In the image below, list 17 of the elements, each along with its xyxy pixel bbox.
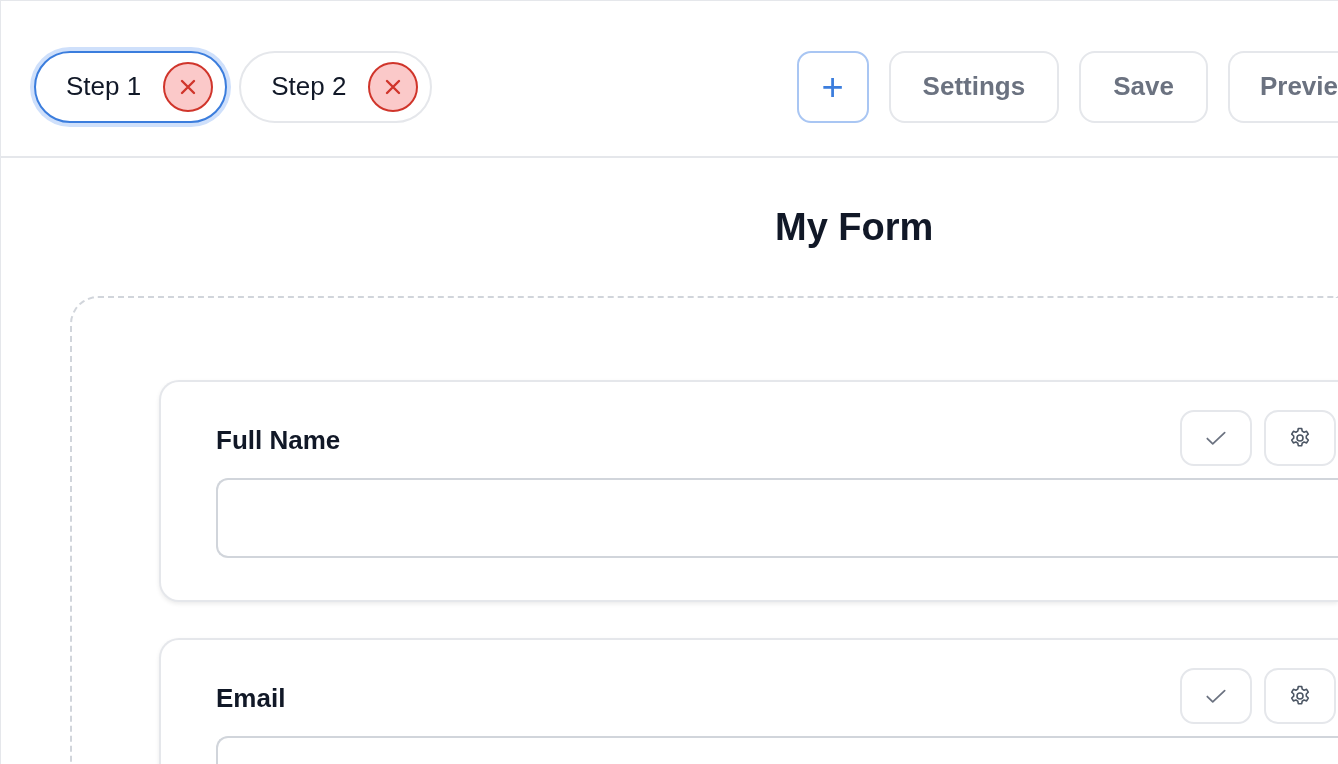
toolbar-button[interactable]: Save: [1079, 50, 1208, 123]
gear-icon: [1288, 426, 1312, 450]
input-field[interactable]: [216, 478, 1338, 558]
close-icon[interactable]: [368, 61, 419, 112]
field-label: Email: [216, 682, 286, 714]
step-tab[interactable]: Step 2: [239, 50, 433, 123]
close-icon[interactable]: [163, 61, 214, 112]
check-button[interactable]: [1180, 410, 1252, 466]
settings-button[interactable]: [1264, 668, 1336, 724]
toolbar-button[interactable]: Settings: [888, 50, 1060, 123]
settings-button[interactable]: [1264, 410, 1336, 466]
form-title: My Form: [775, 205, 935, 250]
check-button[interactable]: [1180, 668, 1252, 724]
gear-icon: [1288, 684, 1312, 708]
toolbar-button[interactable]: Previe: [1227, 50, 1338, 123]
field-label: Full Name: [216, 424, 341, 456]
add-button[interactable]: +: [796, 50, 869, 123]
